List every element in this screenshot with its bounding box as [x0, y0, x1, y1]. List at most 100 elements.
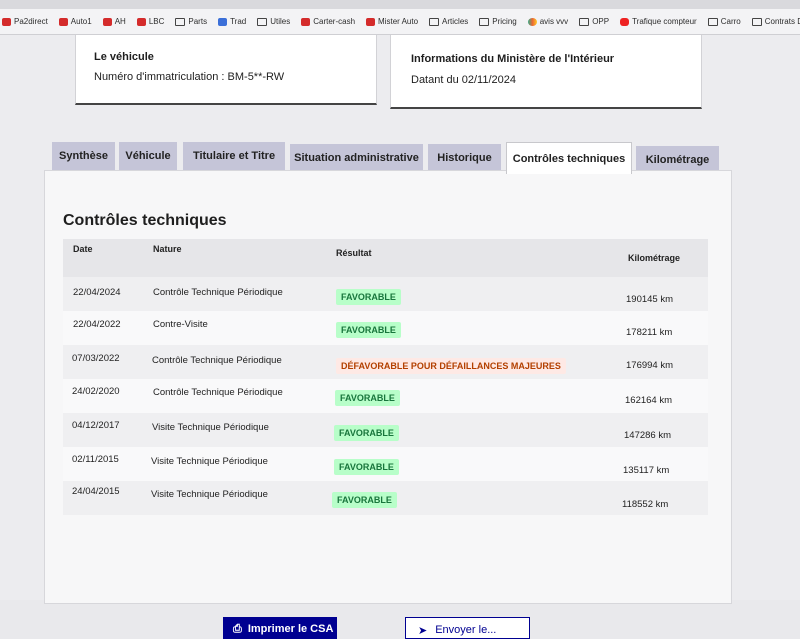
bookmark-label: Parts: [188, 17, 208, 26]
result-badge: FAVORABLE: [336, 289, 401, 305]
ministry-card-title: Informations du Ministère de l'Intérieur: [411, 53, 615, 65]
bookmark-label: Contrats Dista: [764, 17, 800, 26]
bookmark-item[interactable]: Auto1: [58, 17, 92, 26]
cell-date: 02/11/2015: [72, 454, 119, 465]
folder-icon: [429, 17, 440, 26]
bookmark-item[interactable]: LBC: [136, 17, 165, 26]
vehicle-plate: Numéro d'immatriculation : BM-5**-RW: [94, 71, 285, 83]
cell-km: 147286 km: [624, 430, 672, 441]
page-content: Le véhicule Numéro d'immatriculation : B…: [0, 35, 800, 639]
bookmark-label: Carter-cash: [313, 17, 356, 26]
bookmark-item[interactable]: Pa2direct: [2, 17, 48, 26]
bookmark-item[interactable]: Pricing: [479, 17, 517, 26]
bookmark-icon: [2, 17, 11, 26]
print-button-label: Imprimer le CSA: [247, 623, 334, 635]
cell-date: 22/04/2022: [73, 319, 121, 330]
bookmark-icon: [620, 17, 630, 26]
bookmark-item[interactable]: Carter-cash: [301, 17, 355, 26]
bookmark-item[interactable]: Mister Auto: [366, 17, 418, 26]
result-badge: FAVORABLE: [336, 322, 401, 338]
header-km: Kilométrage: [628, 253, 681, 263]
send-button-label: Envoyer le...: [435, 624, 497, 636]
bookmark-item[interactable]: Parts: [175, 17, 207, 26]
cell-km: 178211 km: [626, 327, 673, 338]
tab-controles-techniques[interactable]: Contrôles techniques: [506, 142, 632, 174]
tab-situation-administrative[interactable]: Situation administrative: [290, 144, 423, 172]
cell-nature: Contrôle Technique Périodique: [153, 387, 283, 398]
bookmark-label: Articles: [442, 17, 469, 26]
header-result: Résultat: [336, 248, 372, 258]
bookmark-item[interactable]: avis vvv: [527, 17, 569, 26]
cell-nature: Contrôle Technique Périodique: [153, 287, 283, 298]
header-date: Date: [73, 244, 93, 254]
bookmark-label: Carro: [720, 17, 741, 26]
cell-nature: Visite Technique Périodique: [151, 489, 268, 500]
bookmark-icon: [527, 17, 537, 26]
controles-panel: Contrôles techniques Date Nature Résulta…: [44, 170, 732, 604]
printer-icon: ⎙: [233, 623, 242, 635]
bookmark-item[interactable]: OPP: [579, 17, 609, 26]
ministry-card: Informations du Ministère de l'Intérieur…: [390, 35, 702, 109]
tab-historique[interactable]: Historique: [428, 144, 501, 172]
bookmark-label: Pa2direct: [14, 17, 48, 26]
bookmarks-bar: Pa2direct Auto1 AH LBC Parts Trad Utiles Carter…: [0, 9, 800, 35]
bookmark-label: Auto1: [70, 17, 92, 26]
bookmark-icon: [301, 17, 311, 26]
cell-nature: Visite Technique Périodique: [152, 422, 269, 433]
result-badge: FAVORABLE: [334, 425, 399, 441]
tab-vehicule[interactable]: Véhicule: [119, 142, 177, 170]
cell-km: 135117 km: [623, 465, 670, 476]
result-badge: DÉFAVORABLE POUR DÉFAILLANCES MAJEURES: [336, 358, 566, 374]
bookmark-item[interactable]: Trad: [218, 17, 246, 26]
bookmark-icon: [58, 17, 68, 26]
bookmark-icon: [102, 17, 112, 26]
vehicle-card: Le véhicule Numéro d'immatriculation : B…: [75, 35, 377, 105]
bookmark-label: Pricing: [492, 17, 517, 26]
folder-icon: [707, 17, 718, 26]
table-row: 24/02/2020 Contrôle Technique Périodique F…: [63, 379, 708, 413]
bookmark-item[interactable]: Contrats Dista: [751, 17, 800, 26]
bookmark-item[interactable]: Articles: [429, 17, 468, 26]
cell-date: 22/04/2024: [73, 287, 121, 298]
cell-nature: Contrôle Technique Périodique: [152, 355, 282, 366]
bookmark-icon: [366, 17, 376, 26]
cell-km: 190145 km: [626, 294, 674, 305]
cell-km: 118552 km: [622, 499, 669, 510]
browser-top-strip: [0, 0, 800, 9]
bookmark-item[interactable]: Carro: [707, 17, 741, 26]
table-row: 04/12/2017 Visite Technique Périodique FAV…: [63, 413, 708, 447]
bookmark-label: LBC: [148, 17, 165, 26]
vehicle-card-title: Le véhicule: [94, 51, 154, 63]
result-badge: FAVORABLE: [332, 492, 397, 508]
folder-icon: [579, 17, 590, 26]
folder-icon: [751, 17, 762, 26]
result-badge: FAVORABLE: [334, 459, 399, 475]
header-nature: Nature: [153, 244, 182, 254]
bookmark-icon: [218, 17, 228, 26]
folder-icon: [479, 17, 490, 26]
bookmark-label: Trafique compteur: [632, 17, 697, 26]
table-row: 02/11/2015 Visite Technique Périodique FAV…: [63, 447, 708, 481]
send-button[interactable]: ➤ Envoyer le...: [405, 617, 530, 639]
cell-date: 04/12/2017: [72, 420, 120, 431]
section-title: Contrôles techniques: [63, 212, 227, 229]
bookmark-item[interactable]: Trafique compteur: [620, 17, 697, 26]
result-badge: FAVORABLE: [335, 390, 400, 406]
bookmark-label: Mister Auto: [378, 17, 419, 26]
table-row: 22/04/2022 Contre-Visite FAVORABLE 178211 k…: [63, 311, 708, 345]
tab-synthese[interactable]: Synthèse: [52, 142, 115, 170]
cell-km: 176994 km: [626, 360, 674, 371]
bookmark-label: avis vvv: [539, 17, 569, 26]
bookmark-label: AH: [114, 17, 126, 26]
bookmark-item[interactable]: Utiles: [257, 17, 290, 26]
tab-titulaire-titre[interactable]: Titulaire et Titre: [183, 142, 285, 170]
bookmark-item[interactable]: AH: [102, 17, 126, 26]
folder-icon: [175, 17, 186, 26]
bookmark-label: Trad: [230, 17, 247, 26]
table-row: 07/03/2022 Contrôle Technique Périodique D…: [63, 345, 708, 379]
print-csa-button[interactable]: ⎙ Imprimer le CSA: [223, 617, 337, 639]
cell-nature: Contre-Visite: [153, 319, 208, 330]
cell-km: 162164 km: [625, 395, 673, 406]
cell-nature: Visite Technique Périodique: [151, 456, 268, 467]
ministry-date: Datant du 02/11/2024: [411, 74, 516, 86]
